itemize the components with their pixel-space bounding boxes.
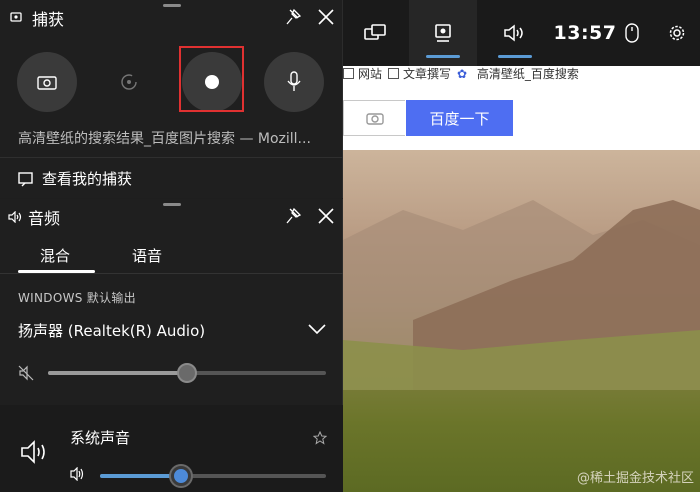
clock: 13:57 [553, 22, 617, 44]
capture-panel: 捕获 高清壁纸的搜索结果_百度图片搜索 — Mozill... 查看我的捕获 [0, 0, 343, 198]
tab-voice[interactable]: 语音 [132, 239, 184, 271]
bookmark-1[interactable]: 网站 [343, 65, 382, 82]
pin-icon[interactable] [285, 8, 301, 26]
microphone-icon [287, 71, 301, 91]
pin-icon[interactable] [285, 207, 301, 225]
panel-title: 捕获 [32, 10, 65, 29]
output-device-select[interactable]: 扬声器 (Realtek(R) Audio) [18, 320, 205, 341]
microphone-button[interactable] [264, 52, 324, 112]
capture-toggle[interactable] [409, 0, 477, 66]
camera-search-button[interactable] [343, 100, 405, 136]
drag-handle[interactable] [163, 4, 181, 7]
highlight-box [179, 46, 244, 112]
audio-panel: 音频 混合 语音 WINDOWS 默认输出 扬声器 (Realtek(R) Au… [0, 199, 343, 492]
close-icon[interactable] [317, 207, 335, 225]
output-label: WINDOWS 默认输出 [18, 291, 136, 305]
capture-icon [10, 12, 22, 22]
mouse-icon [625, 23, 639, 43]
camera-icon [365, 113, 384, 125]
mouse-button[interactable] [621, 0, 643, 66]
bookmark-bar: 网站 文章撰写 ✿ 高清壁纸_百度搜索 [343, 64, 700, 82]
paw-icon: ✿ [457, 66, 468, 81]
gallery-icon [18, 171, 33, 186]
game-bar-top: 13:57 [343, 0, 700, 66]
close-icon[interactable] [317, 8, 335, 26]
star-icon[interactable] [313, 431, 327, 445]
capture-icon [435, 24, 451, 42]
speaker-icon [21, 440, 45, 464]
view-captures-label: 查看我的捕获 [42, 170, 133, 188]
watermark: @稀土掘金技术社区 [576, 471, 694, 486]
record-last-button[interactable] [99, 52, 159, 112]
bookmark-2[interactable]: 文章撰写 [388, 65, 451, 82]
speaker-icon[interactable] [70, 467, 86, 481]
camera-icon [37, 76, 57, 90]
search-button[interactable]: 百度一下 [406, 100, 513, 136]
replay-icon [121, 74, 137, 90]
mute-icon[interactable] [18, 365, 34, 381]
view-captures-link[interactable]: 查看我的捕获 [18, 168, 132, 189]
bookmark-3[interactable]: ✿ 高清壁纸_百度搜索 [457, 65, 579, 82]
app-name: 系统声音 [70, 429, 131, 447]
slider-thumb[interactable] [177, 363, 197, 383]
slider-thumb[interactable] [171, 466, 192, 486]
app-volume-row: 系统声音 [0, 405, 343, 492]
master-volume-slider[interactable] [48, 363, 326, 383]
mountain-illustration [343, 200, 700, 390]
audio-toggle[interactable] [481, 0, 549, 66]
settings-button[interactable] [663, 0, 691, 66]
screenshot-button[interactable] [17, 52, 77, 112]
chevron-down-icon[interactable] [308, 323, 326, 335]
widgets-button[interactable] [357, 0, 393, 66]
audio-icon [504, 24, 523, 42]
speaker-icon [8, 211, 22, 223]
tab-mix[interactable]: 混合 [18, 239, 96, 273]
panel-title: 音频 [28, 209, 61, 228]
widgets-icon [364, 24, 386, 40]
app-volume-slider[interactable] [100, 466, 326, 486]
gear-icon [669, 25, 685, 41]
drag-handle[interactable] [163, 203, 181, 206]
captured-window-name: 高清壁纸的搜索结果_百度图片搜索 — Mozill... [18, 131, 311, 147]
